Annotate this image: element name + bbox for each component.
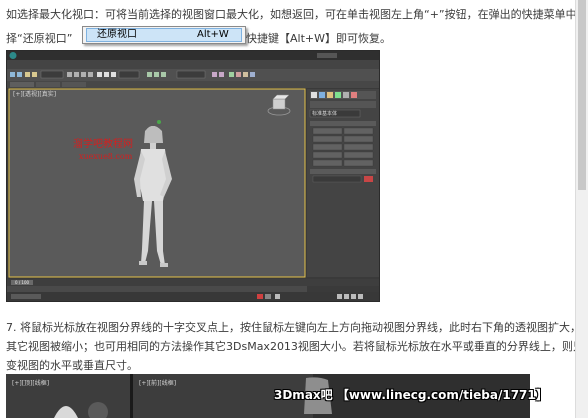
select-object-icon[interactable] <box>67 72 72 77</box>
redo-icon[interactable] <box>17 72 22 77</box>
auto-key-button[interactable] <box>257 294 263 299</box>
snap-toggle-icon[interactable] <box>147 72 152 77</box>
object-button-sphere[interactable] <box>312 135 343 143</box>
reference-coord-dropdown[interactable] <box>118 70 140 79</box>
utilities-tab-icon[interactable] <box>351 92 357 98</box>
menu-item-restore-viewport[interactable]: 还原视口 Alt+W <box>86 28 242 42</box>
object-name-field[interactable] <box>312 175 362 183</box>
paragraph-2-line-1: 7. 将鼠标光标放在视图分界线的十字交叉点上，按住鼠标左键向左上方向拖动视图分界… <box>6 321 588 334</box>
search-box[interactable] <box>317 53 337 58</box>
move-icon[interactable] <box>97 72 102 77</box>
page-scrollbar[interactable] <box>575 0 588 418</box>
ribbon-tab-freeform[interactable] <box>36 82 60 87</box>
watermark-line-1: 溜学吧教程网 <box>73 137 133 150</box>
object-button-tube[interactable] <box>343 143 374 151</box>
menu-item-label: 还原视口 <box>97 29 137 40</box>
maximize-viewport-icon[interactable] <box>358 294 363 299</box>
top-viewport-label[interactable]: [+][顶][线框] <box>12 379 49 387</box>
viewport-label[interactable]: [+][透视][真实] <box>13 90 56 98</box>
quick-context-menu: 还原视口 Alt+W <box>82 26 246 44</box>
undo-icon[interactable] <box>10 72 15 77</box>
window-crossing-icon[interactable] <box>88 72 93 77</box>
brand-watermark: 3Dmax吧 【www.linecg.com/tieba/1771】 <box>274 388 548 402</box>
orbit-icon[interactable] <box>351 294 356 299</box>
modify-tab-icon[interactable] <box>319 92 325 98</box>
scrollbar-thumb[interactable] <box>578 0 586 190</box>
motion-tab-icon[interactable] <box>335 92 341 98</box>
object-button-teapot[interactable] <box>312 159 343 167</box>
object-button-plane[interactable] <box>343 159 374 167</box>
object-button-geosphere[interactable] <box>343 135 374 143</box>
front-viewport-label[interactable]: [+][前][线框] <box>139 379 176 387</box>
frame-counter: 0 / 100 <box>15 280 30 285</box>
named-selection-dropdown[interactable] <box>176 70 206 79</box>
primitive-type-label: 标准基本体 <box>312 110 337 117</box>
display-tab-icon[interactable] <box>343 92 349 98</box>
align-icon[interactable] <box>219 72 224 77</box>
create-tab-icon[interactable] <box>311 92 317 98</box>
main-menu-bar <box>7 60 379 69</box>
pan-icon[interactable] <box>344 294 349 299</box>
paragraph-1-line-2-start: 择“还原视口” <box>6 32 73 45</box>
render-setup-icon[interactable] <box>243 72 248 77</box>
curve-editor-icon[interactable] <box>229 72 234 77</box>
scale-icon[interactable] <box>111 72 116 77</box>
object-button-pyramid[interactable] <box>343 151 374 159</box>
select-by-name-icon[interactable] <box>74 72 79 77</box>
track-bar[interactable] <box>7 286 307 292</box>
rect-selection-icon[interactable] <box>81 72 86 77</box>
watermark-line-2: xuexue8.com <box>79 152 133 161</box>
name-color-rollout <box>310 169 376 174</box>
percent-snap-icon[interactable] <box>161 72 166 77</box>
paragraph-1-line-2-end: 快捷键【Alt+W】即可恢复。 <box>246 32 391 45</box>
menu-item-shortcut: Alt+W <box>197 29 229 40</box>
ribbon-tab-modeling[interactable] <box>10 82 34 87</box>
hierarchy-tab-icon[interactable] <box>327 92 333 98</box>
paragraph-1-line-1: 如选择最大化视口：可将当前选择的视图窗口最大化，如想返回，可在单击视图左上角“+… <box>6 8 588 21</box>
object-color-swatch[interactable] <box>364 176 373 182</box>
angle-snap-icon[interactable] <box>154 72 159 77</box>
app-logo-icon[interactable] <box>9 52 17 59</box>
link-icon[interactable] <box>25 72 30 77</box>
zoom-icon[interactable] <box>337 294 342 299</box>
object-button-cylinder[interactable] <box>312 143 343 151</box>
time-slider[interactable] <box>7 279 379 286</box>
object-button-cone[interactable] <box>343 127 374 135</box>
status-bar <box>7 292 379 301</box>
selection-filter-dropdown[interactable] <box>40 70 64 79</box>
unlink-icon[interactable] <box>32 72 37 77</box>
3dsmax-screenshot: [+][透视][真实] 溜学吧教程网 xuexue8.com 标准基本体 0 /… <box>6 50 380 302</box>
object-button-torus[interactable] <box>312 151 343 159</box>
play-icon[interactable] <box>275 294 280 299</box>
3dsmax-ui-drawing: [+][透视][真实] 溜学吧教程网 xuexue8.com 标准基本体 0 /… <box>7 51 379 301</box>
ribbon-tab-selection[interactable] <box>62 82 86 87</box>
rotate-icon[interactable] <box>104 72 109 77</box>
render-icon[interactable] <box>250 72 255 77</box>
object-type-rollout <box>310 121 376 126</box>
material-editor-icon[interactable] <box>236 72 241 77</box>
maxscript-listener[interactable] <box>11 294 41 299</box>
category-icons-row <box>310 101 376 108</box>
object-button-box[interactable] <box>312 127 343 135</box>
set-key-button[interactable] <box>265 294 271 299</box>
paragraph-2-line-2: 其它视图被缩小；也可用相同的方法操作其它3DsMax2013视图大小。若将鼠标光… <box>6 340 588 353</box>
paragraph-2-line-3: 变视图的水平或垂直尺寸。 <box>6 359 138 372</box>
mirror-icon[interactable] <box>212 72 217 77</box>
